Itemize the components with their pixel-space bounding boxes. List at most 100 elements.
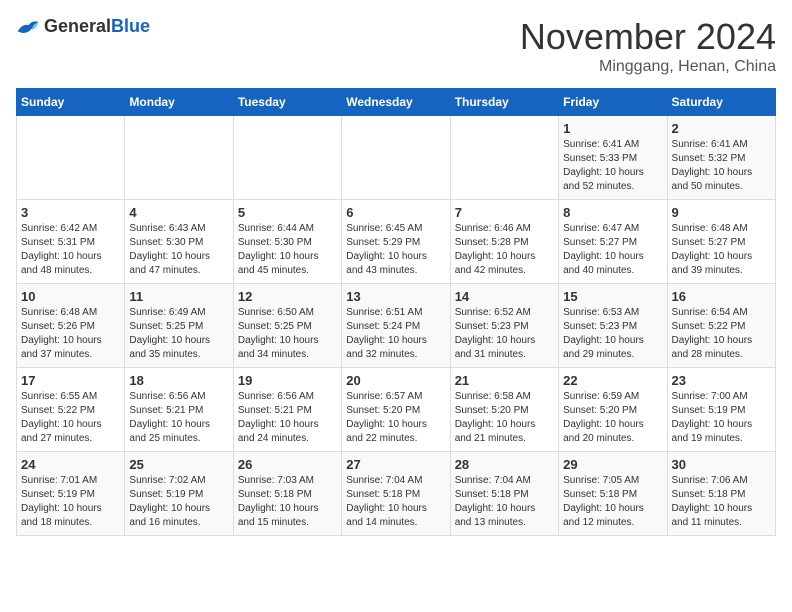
day-info: Sunrise: 7:00 AM Sunset: 5:19 PM Dayligh… (672, 390, 771, 446)
weekday-header-row: SundayMondayTuesdayWednesdayThursdayFrid… (17, 89, 776, 116)
day-info: Sunrise: 6:42 AM Sunset: 5:31 PM Dayligh… (21, 222, 120, 278)
calendar-cell: 20 Sunrise: 6:57 AM Sunset: 5:20 PM Dayli… (342, 368, 450, 452)
day-number: 2 (672, 121, 771, 136)
calendar-cell: 15 Sunrise: 6:53 AM Sunset: 5:23 PM Dayli… (559, 284, 667, 368)
calendar-cell: 29Sunrise: 7:05 AM Sunset: 5:18 PM Dayli… (559, 452, 667, 536)
day-info: Sunrise: 6:41 AM Sunset: 5:33 PM Dayligh… (563, 138, 662, 194)
day-info: Sunrise: 6:45 AM Sunset: 5:29 PM Dayligh… (346, 222, 445, 278)
title-block: November 2024 Minggang, Henan, China (520, 16, 776, 76)
calendar-week-row: 10 Sunrise: 6:48 AM Sunset: 5:26 PM Dayli… (17, 284, 776, 368)
weekday-header: Wednesday (342, 89, 450, 116)
day-number: 10 (21, 289, 120, 304)
calendar-cell: 28 Sunrise: 7:04 AM Sunset: 5:18 PM Dayli… (450, 452, 558, 536)
logo-bird-icon (16, 17, 40, 37)
day-number: 1 (563, 121, 662, 136)
day-info: Sunrise: 6:41 AM Sunset: 5:32 PM Dayligh… (672, 138, 771, 194)
day-info: Sunrise: 7:02 AM Sunset: 5:19 PM Dayligh… (129, 474, 228, 530)
day-info: Sunrise: 6:53 AM Sunset: 5:23 PM Dayligh… (563, 306, 662, 362)
day-info: Sunrise: 6:59 AM Sunset: 5:20 PM Dayligh… (563, 390, 662, 446)
day-number: 6 (346, 205, 445, 220)
day-number: 18 (129, 373, 228, 388)
day-info: Sunrise: 6:52 AM Sunset: 5:23 PM Dayligh… (455, 306, 554, 362)
day-number: 9 (672, 205, 771, 220)
day-number: 8 (563, 205, 662, 220)
calendar-cell: 17Sunrise: 6:55 AM Sunset: 5:22 PM Dayli… (17, 368, 125, 452)
day-number: 12 (238, 289, 337, 304)
day-number: 5 (238, 205, 337, 220)
calendar-cell: 10 Sunrise: 6:48 AM Sunset: 5:26 PM Dayli… (17, 284, 125, 368)
day-number: 4 (129, 205, 228, 220)
weekday-header: Friday (559, 89, 667, 116)
day-info: Sunrise: 7:04 AM Sunset: 5:18 PM Dayligh… (346, 474, 445, 530)
day-info: Sunrise: 6:50 AM Sunset: 5:25 PM Dayligh… (238, 306, 337, 362)
day-number: 20 (346, 373, 445, 388)
day-info: Sunrise: 7:05 AM Sunset: 5:18 PM Dayligh… (563, 474, 662, 530)
calendar-cell: 8 Sunrise: 6:47 AM Sunset: 5:27 PM Daylig… (559, 200, 667, 284)
calendar-cell: 18 Sunrise: 6:56 AM Sunset: 5:21 PM Dayli… (125, 368, 233, 452)
calendar-cell: 6 Sunrise: 6:45 AM Sunset: 5:29 PM Daylig… (342, 200, 450, 284)
day-info: Sunrise: 6:56 AM Sunset: 5:21 PM Dayligh… (129, 390, 228, 446)
calendar-cell (342, 116, 450, 200)
day-number: 24 (21, 457, 120, 472)
calendar-cell: 23 Sunrise: 7:00 AM Sunset: 5:19 PM Dayli… (667, 368, 775, 452)
weekday-header: Thursday (450, 89, 558, 116)
calendar-week-row: 3 Sunrise: 6:42 AM Sunset: 5:31 PM Daylig… (17, 200, 776, 284)
calendar-cell: 1 Sunrise: 6:41 AM Sunset: 5:33 PM Daylig… (559, 116, 667, 200)
calendar-week-row: 24Sunrise: 7:01 AM Sunset: 5:19 PM Dayli… (17, 452, 776, 536)
calendar-cell: 22 Sunrise: 6:59 AM Sunset: 5:20 PM Dayli… (559, 368, 667, 452)
day-number: 28 (455, 457, 554, 472)
calendar-cell: 2 Sunrise: 6:41 AM Sunset: 5:32 PM Daylig… (667, 116, 775, 200)
day-number: 15 (563, 289, 662, 304)
day-info: Sunrise: 7:06 AM Sunset: 5:18 PM Dayligh… (672, 474, 771, 530)
day-info: Sunrise: 6:48 AM Sunset: 5:26 PM Dayligh… (21, 306, 120, 362)
day-number: 26 (238, 457, 337, 472)
calendar-cell (450, 116, 558, 200)
weekday-header: Sunday (17, 89, 125, 116)
calendar-cell: 24Sunrise: 7:01 AM Sunset: 5:19 PM Dayli… (17, 452, 125, 536)
calendar-cell: 11Sunrise: 6:49 AM Sunset: 5:25 PM Dayli… (125, 284, 233, 368)
page-header: GeneralBlue November 2024 Minggang, Hena… (16, 16, 776, 76)
day-number: 22 (563, 373, 662, 388)
day-number: 7 (455, 205, 554, 220)
day-info: Sunrise: 6:57 AM Sunset: 5:20 PM Dayligh… (346, 390, 445, 446)
day-number: 30 (672, 457, 771, 472)
day-number: 3 (21, 205, 120, 220)
calendar-cell: 25 Sunrise: 7:02 AM Sunset: 5:19 PM Dayli… (125, 452, 233, 536)
calendar-cell: 14 Sunrise: 6:52 AM Sunset: 5:23 PM Dayli… (450, 284, 558, 368)
day-info: Sunrise: 6:51 AM Sunset: 5:24 PM Dayligh… (346, 306, 445, 362)
day-number: 25 (129, 457, 228, 472)
calendar-cell: 27 Sunrise: 7:04 AM Sunset: 5:18 PM Dayli… (342, 452, 450, 536)
weekday-header: Tuesday (233, 89, 341, 116)
weekday-header: Saturday (667, 89, 775, 116)
day-info: Sunrise: 6:49 AM Sunset: 5:25 PM Dayligh… (129, 306, 228, 362)
day-number: 19 (238, 373, 337, 388)
calendar-cell (125, 116, 233, 200)
day-info: Sunrise: 6:56 AM Sunset: 5:21 PM Dayligh… (238, 390, 337, 446)
calendar-cell: 21Sunrise: 6:58 AM Sunset: 5:20 PM Dayli… (450, 368, 558, 452)
day-number: 14 (455, 289, 554, 304)
day-number: 16 (672, 289, 771, 304)
day-number: 13 (346, 289, 445, 304)
calendar-cell (233, 116, 341, 200)
day-info: Sunrise: 6:48 AM Sunset: 5:27 PM Dayligh… (672, 222, 771, 278)
calendar-cell: 5Sunrise: 6:44 AM Sunset: 5:30 PM Daylig… (233, 200, 341, 284)
day-info: Sunrise: 6:58 AM Sunset: 5:20 PM Dayligh… (455, 390, 554, 446)
calendar-week-row: 1 Sunrise: 6:41 AM Sunset: 5:33 PM Daylig… (17, 116, 776, 200)
calendar-cell: 4Sunrise: 6:43 AM Sunset: 5:30 PM Daylig… (125, 200, 233, 284)
calendar-cell: 26Sunrise: 7:03 AM Sunset: 5:18 PM Dayli… (233, 452, 341, 536)
day-info: Sunrise: 7:04 AM Sunset: 5:18 PM Dayligh… (455, 474, 554, 530)
day-number: 23 (672, 373, 771, 388)
month-title: November 2024 (520, 16, 776, 58)
calendar-cell: 7Sunrise: 6:46 AM Sunset: 5:28 PM Daylig… (450, 200, 558, 284)
logo-text: GeneralBlue (44, 16, 150, 37)
day-info: Sunrise: 6:55 AM Sunset: 5:22 PM Dayligh… (21, 390, 120, 446)
calendar-cell: 16 Sunrise: 6:54 AM Sunset: 5:22 PM Dayli… (667, 284, 775, 368)
weekday-header: Monday (125, 89, 233, 116)
location: Minggang, Henan, China (520, 58, 776, 76)
calendar-cell: 19 Sunrise: 6:56 AM Sunset: 5:21 PM Dayli… (233, 368, 341, 452)
day-info: Sunrise: 6:47 AM Sunset: 5:27 PM Dayligh… (563, 222, 662, 278)
logo: GeneralBlue (16, 16, 150, 37)
day-number: 27 (346, 457, 445, 472)
calendar-cell: 9 Sunrise: 6:48 AM Sunset: 5:27 PM Daylig… (667, 200, 775, 284)
day-info: Sunrise: 6:54 AM Sunset: 5:22 PM Dayligh… (672, 306, 771, 362)
